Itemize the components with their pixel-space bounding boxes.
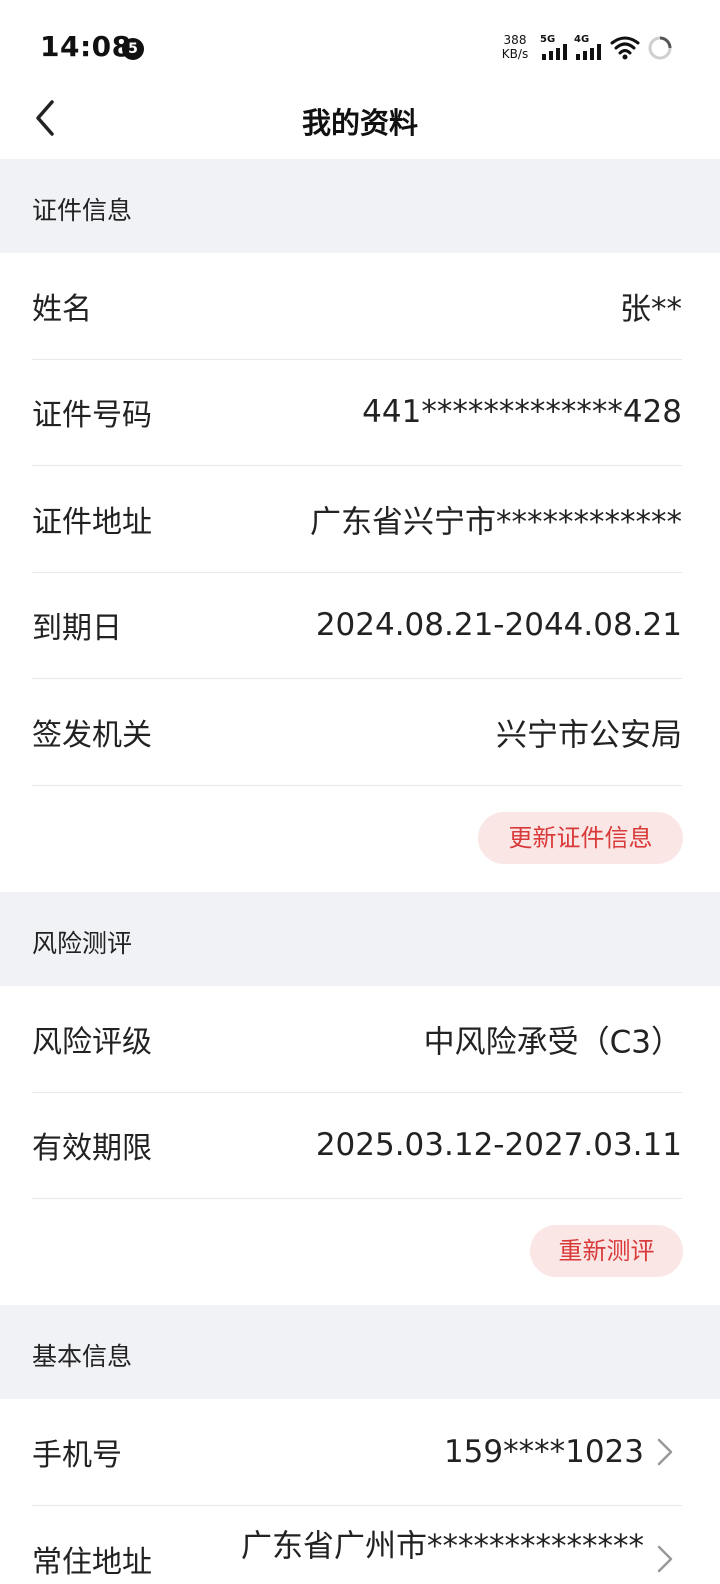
row-value: 2024.08.21-2044.08.21 [315, 607, 682, 643]
row-label: 姓名 [32, 292, 92, 327]
section-title: 基本信息 [32, 1342, 133, 1371]
row-label: 到期日 [32, 611, 122, 646]
nav-bar: 我的资料 [0, 82, 720, 158]
retest-button[interactable]: 重新测评 [530, 1225, 683, 1277]
row-validity: 有效期限 2025.03.12-2027.03.11 [32, 1092, 682, 1199]
row-value: 张** [620, 291, 682, 328]
section-title: 风险测评 [32, 929, 133, 958]
section-header-basic: 基本信息 [0, 1305, 720, 1399]
row-label: 手机号 [32, 1438, 122, 1473]
network-speed-unit: KB/s [501, 47, 529, 61]
row-value: 兴宁市公安局 [496, 717, 682, 754]
signal-icon: 5G [540, 34, 574, 62]
row-value: 广东省广州市************** [241, 1528, 644, 1565]
row-label: 证件号码 [32, 398, 152, 433]
section-title: 证件信息 [32, 196, 133, 225]
row-residential-address[interactable]: 常住地址 广东省广州市************** [32, 1505, 682, 1584]
row-expiry: 到期日 2024.08.21-2044.08.21 [32, 572, 682, 679]
network-speed: 388 KB/s [497, 33, 533, 61]
row-label: 常住地址 [32, 1544, 152, 1580]
row-id-address: 证件地址 广东省兴宁市************ [32, 466, 682, 573]
notification-badge: 5 [122, 38, 144, 60]
signal-icon: 4G [574, 34, 608, 62]
row-label: 证件地址 [32, 505, 152, 540]
loading-icon [648, 36, 672, 60]
row-value: 159****1023 [443, 1434, 644, 1470]
section-header-id-info: 证件信息 [0, 159, 720, 253]
row-id-number: 证件号码 441*************428 [32, 359, 682, 466]
network-speed-value: 388 [503, 33, 527, 47]
wifi-icon [610, 36, 640, 60]
row-name: 姓名 张** [32, 253, 682, 360]
row-label: 签发机关 [32, 718, 152, 753]
section-header-risk: 风险测评 [0, 892, 720, 986]
row-phone[interactable]: 手机号 159****1023 [32, 1399, 682, 1506]
status-time: 14:08 [40, 30, 132, 63]
page-title: 我的资料 [301, 106, 418, 140]
chevron-right-icon [657, 1438, 673, 1466]
row-value: 中风险承受（C3） [423, 1024, 682, 1061]
row-value: 广东省兴宁市************ [310, 504, 682, 541]
row-value: 2025.03.12-2027.03.11 [315, 1127, 682, 1163]
row-issuer: 签发机关 兴宁市公安局 [32, 679, 682, 786]
row-label: 有效期限 [32, 1131, 152, 1166]
row-value: 441*************428 [362, 394, 682, 430]
row-label: 风险评级 [32, 1025, 152, 1060]
chevron-right-icon [657, 1545, 673, 1572]
row-risk-level: 风险评级 中风险承受（C3） [32, 986, 682, 1093]
update-id-button[interactable]: 更新证件信息 [478, 812, 683, 864]
